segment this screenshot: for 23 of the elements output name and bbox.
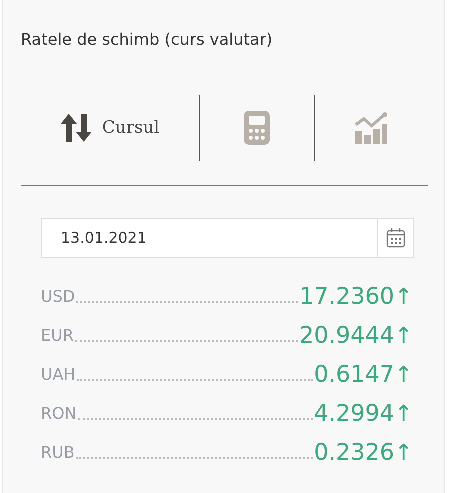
tab[interactable]: Cursul bbox=[21, 98, 199, 158]
rate-value: 0.2326 bbox=[314, 440, 395, 467]
currency-code: RON bbox=[41, 404, 77, 425]
trend-arrow: ↑ bbox=[394, 324, 413, 350]
rate-value: 4.2994 bbox=[314, 401, 395, 428]
currency-code: UAH bbox=[41, 365, 76, 386]
currency-code: EUR bbox=[41, 326, 74, 347]
trend-arrow: ↑ bbox=[394, 285, 413, 311]
currency-code: USD bbox=[41, 287, 76, 308]
calendar-button[interactable] bbox=[378, 218, 414, 258]
trend-arrow: ↑ bbox=[394, 402, 413, 428]
rate-value: 17.2360 bbox=[299, 284, 395, 311]
date-field[interactable]: 13.01.2021 bbox=[41, 218, 378, 258]
rate-value: 0.6147 bbox=[314, 362, 395, 389]
calculator-icon bbox=[244, 111, 270, 145]
trend-arrow: ↑ bbox=[394, 441, 413, 467]
panel-title: Ratele de schimb (curs valutar) bbox=[21, 30, 274, 51]
up-down-arrows-icon bbox=[60, 113, 94, 143]
bar-chart-icon bbox=[355, 112, 388, 144]
calendar-icon bbox=[386, 227, 406, 249]
currency-code: RUB bbox=[41, 443, 75, 464]
rate-value: 20.9444 bbox=[299, 323, 395, 350]
trend-arrow: ↑ bbox=[394, 363, 413, 389]
